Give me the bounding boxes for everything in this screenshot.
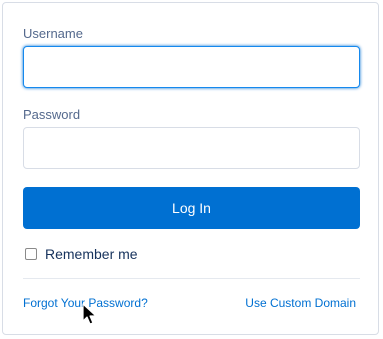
login-card: Username Password Log In Remember me For… xyxy=(2,2,379,335)
username-input[interactable] xyxy=(23,46,360,88)
divider xyxy=(23,278,360,279)
username-label: Username xyxy=(23,26,83,41)
remember-me-checkbox[interactable] xyxy=(25,248,37,260)
password-label: Password xyxy=(23,107,81,122)
arrow-pointer-icon xyxy=(82,303,97,325)
remember-me-label: Remember me xyxy=(45,246,138,262)
login-button[interactable]: Log In xyxy=(23,187,360,229)
remember-me-row[interactable]: Remember me xyxy=(25,246,138,262)
password-input[interactable] xyxy=(23,127,360,169)
custom-domain-link[interactable]: Use Custom Domain xyxy=(245,296,356,310)
